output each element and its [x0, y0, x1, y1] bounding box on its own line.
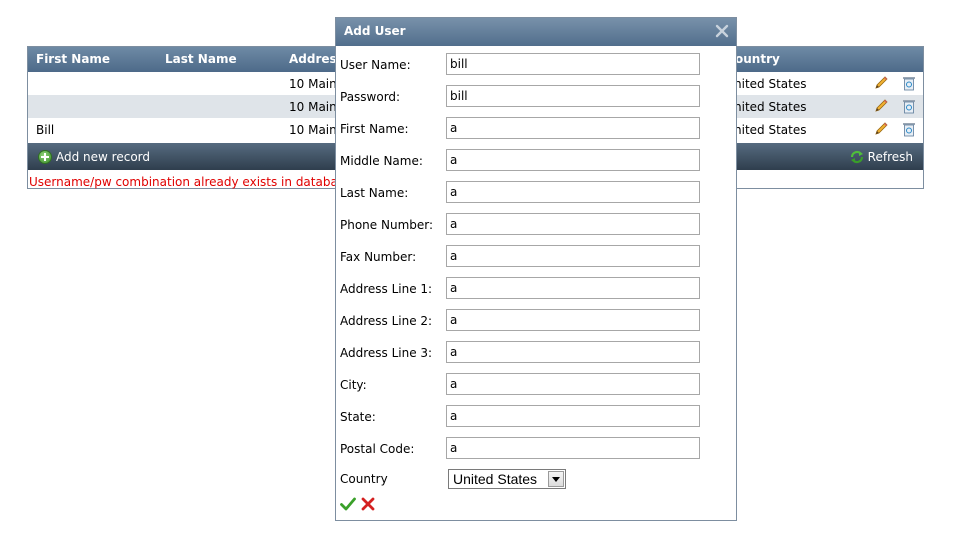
- postal-code-label: Postal Code:: [340, 442, 415, 456]
- city-label: City:: [340, 378, 367, 392]
- cell-address: 10 Main: [289, 123, 337, 137]
- plus-circle-icon: [38, 150, 52, 164]
- country-label: Country: [340, 472, 388, 486]
- recycle-bin-icon[interactable]: [901, 98, 917, 114]
- add-new-record-button[interactable]: Add new record: [38, 148, 150, 166]
- cell-address: 10 Main: [289, 100, 337, 114]
- address-line-2-input[interactable]: [446, 309, 700, 331]
- city-input[interactable]: [446, 373, 700, 395]
- form-row-fax-number: Fax Number:: [336, 245, 736, 269]
- address-line-3-label: Address Line 3:: [340, 346, 433, 360]
- phone-number-input[interactable]: [446, 213, 700, 235]
- state-label: State:: [340, 410, 376, 424]
- form-row-user-name: User Name:: [336, 53, 736, 77]
- country-select[interactable]: United States: [448, 469, 566, 489]
- phone-number-label: Phone Number:: [340, 218, 434, 232]
- pencil-icon[interactable]: [873, 75, 889, 91]
- middle-name-label: Middle Name:: [340, 154, 423, 168]
- column-header-country[interactable]: ountry: [735, 52, 780, 66]
- refresh-button[interactable]: Refresh: [849, 148, 913, 166]
- close-icon[interactable]: [714, 23, 730, 39]
- address-line-1-label: Address Line 1:: [340, 282, 433, 296]
- form-row-phone-number: Phone Number:: [336, 213, 736, 237]
- form-row-address-line-2: Address Line 2:: [336, 309, 736, 333]
- cell-address: 10 Main: [289, 77, 337, 91]
- column-header-first-name[interactable]: First Name: [36, 52, 110, 66]
- user-name-input[interactable]: [446, 53, 700, 75]
- column-header-last-name[interactable]: Last Name: [165, 52, 237, 66]
- password-label: Password:: [340, 90, 401, 104]
- form-row-first-name: First Name:: [336, 117, 736, 141]
- cross-icon[interactable]: [360, 496, 376, 512]
- middle-name-input[interactable]: [446, 149, 700, 171]
- form-row-middle-name: Middle Name:: [336, 149, 736, 173]
- country-select-value: United States: [453, 471, 538, 487]
- refresh-icon: [850, 150, 863, 164]
- last-name-input[interactable]: [446, 181, 700, 203]
- fax-number-label: Fax Number:: [340, 250, 417, 264]
- state-input[interactable]: [446, 405, 700, 427]
- recycle-bin-icon[interactable]: [901, 75, 917, 91]
- fax-number-input[interactable]: [446, 245, 700, 267]
- form-row-address-line-3: Address Line 3:: [336, 341, 736, 365]
- error-message: Username/pw combination already exists i…: [29, 175, 352, 189]
- form-row-country: Country United States: [336, 467, 736, 491]
- address-line-3-input[interactable]: [446, 341, 700, 363]
- form-row-postal-code: Postal Code:: [336, 437, 736, 461]
- user-name-label: User Name:: [340, 58, 411, 72]
- cell-country: nited States: [734, 100, 807, 114]
- form-row-password: Password:: [336, 85, 736, 109]
- checkmark-icon[interactable]: [340, 496, 356, 512]
- first-name-label: First Name:: [340, 122, 409, 136]
- chevron-down-icon[interactable]: [548, 471, 564, 487]
- dialog-actions: [340, 496, 376, 512]
- form-row-address-line-1: Address Line 1:: [336, 277, 736, 301]
- address-line-2-label: Address Line 2:: [340, 314, 433, 328]
- cell-first-name: Bill: [36, 123, 55, 137]
- cell-country: nited States: [734, 123, 807, 137]
- add-user-dialog: Add User User Name: Password: First Name…: [335, 17, 737, 521]
- form-row-last-name: Last Name:: [336, 181, 736, 205]
- dialog-title: Add User: [344, 24, 406, 38]
- first-name-input[interactable]: [446, 117, 700, 139]
- cell-country: nited States: [734, 77, 807, 91]
- pencil-icon[interactable]: [873, 98, 889, 114]
- last-name-label: Last Name:: [340, 186, 409, 200]
- add-new-record-label: Add new record: [56, 150, 150, 164]
- refresh-label: Refresh: [867, 150, 913, 164]
- recycle-bin-icon[interactable]: [901, 121, 917, 137]
- form-row-state: State:: [336, 405, 736, 429]
- address-line-1-input[interactable]: [446, 277, 700, 299]
- dialog-titlebar[interactable]: Add User: [336, 18, 736, 46]
- form-row-city: City:: [336, 373, 736, 397]
- pencil-icon[interactable]: [873, 121, 889, 137]
- postal-code-input[interactable]: [446, 437, 700, 459]
- password-input[interactable]: [446, 85, 700, 107]
